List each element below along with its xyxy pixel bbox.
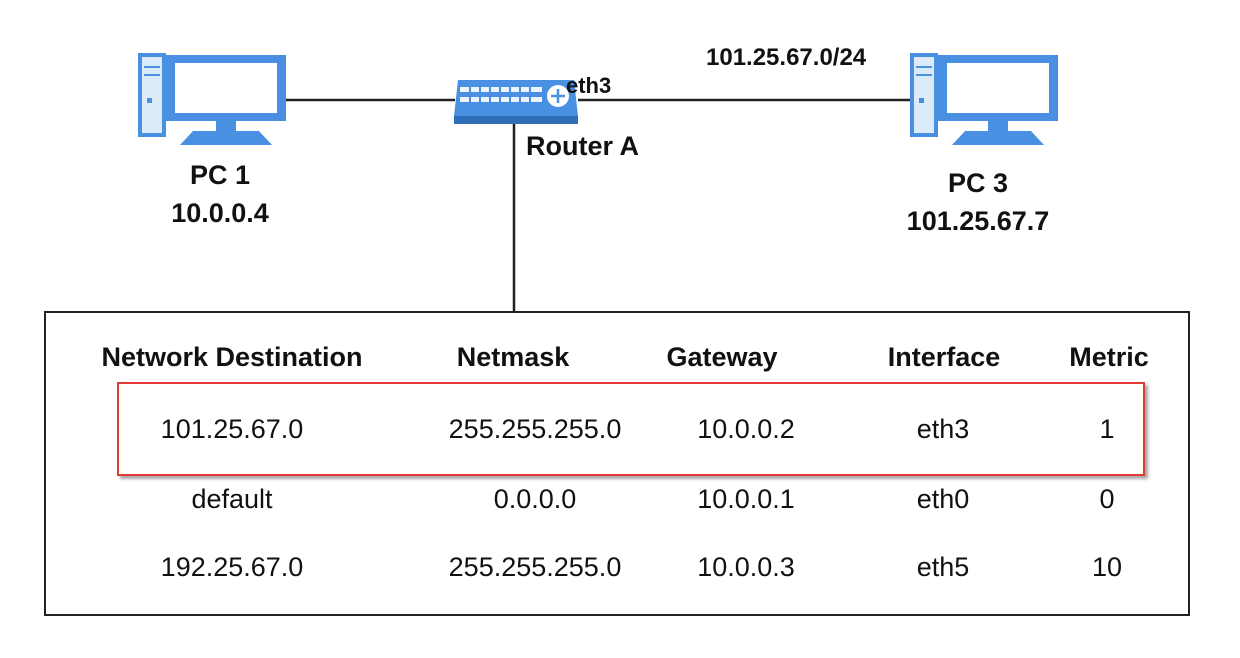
table-cell-destination: 101.25.67.0 bbox=[160, 414, 304, 444]
table-cell-interface: eth3 bbox=[916, 414, 970, 444]
table-cell-gateway: 10.0.0.1 bbox=[697, 484, 795, 514]
table-cell-metric: 10 bbox=[1091, 552, 1123, 582]
pc3-name-label: PC 3 bbox=[947, 168, 1009, 198]
table-cell-destination: default bbox=[191, 484, 273, 514]
header-netmask: Netmask bbox=[456, 342, 570, 372]
table-cell-interface: eth5 bbox=[916, 552, 970, 582]
table-cell-gateway: 10.0.0.2 bbox=[697, 414, 795, 444]
pc1-ip-label: 10.0.0.4 bbox=[171, 198, 269, 228]
router-port-label: eth3 bbox=[566, 73, 612, 98]
header-network-destination: Network Destination bbox=[101, 342, 363, 372]
header-interface: Interface bbox=[887, 342, 1001, 372]
table-cell-metric: 1 bbox=[1099, 414, 1115, 444]
pc1-computer-icon[interactable] bbox=[138, 53, 288, 153]
header-metric: Metric bbox=[1069, 342, 1149, 372]
table-cell-gateway: 10.0.0.3 bbox=[697, 552, 795, 582]
router-name-label: Router A bbox=[526, 131, 639, 161]
table-cell-netmask: 0.0.0.0 bbox=[493, 484, 577, 514]
header-gateway: Gateway bbox=[666, 342, 778, 372]
table-cell-netmask: 255.255.255.0 bbox=[448, 552, 622, 582]
table-cell-destination: 192.25.67.0 bbox=[160, 552, 304, 582]
table-cell-metric: 0 bbox=[1099, 484, 1115, 514]
pc3-computer-icon[interactable] bbox=[910, 53, 1060, 153]
pc3-ip-label: 101.25.67.7 bbox=[906, 206, 1050, 236]
router-icon[interactable] bbox=[452, 76, 580, 131]
table-cell-netmask: 255.255.255.0 bbox=[448, 414, 622, 444]
pc3-network-label: 101.25.67.0/24 bbox=[706, 44, 867, 71]
pc1-name-label: PC 1 bbox=[189, 160, 251, 190]
table-cell-interface: eth0 bbox=[916, 484, 970, 514]
